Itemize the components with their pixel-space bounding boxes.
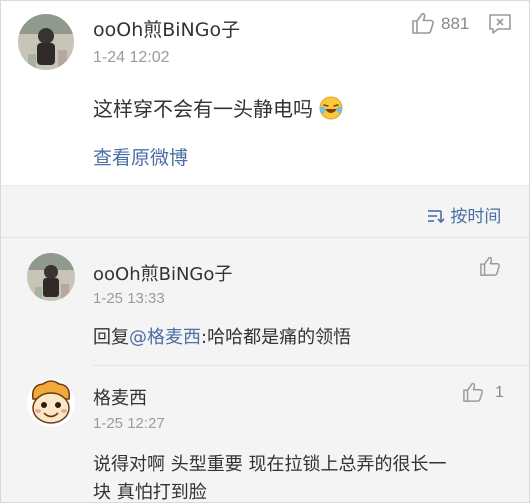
weibo-comment-screen: ooOh煎BiNGo子 1-24 12:02 881 这样穿不会有一头静电吗 查… — [0, 0, 530, 503]
post-like-count: 881 — [441, 14, 470, 33]
thumbs-up-icon[interactable] — [411, 12, 435, 38]
comment-body: :哈哈都是痛的领悟 — [201, 327, 352, 348]
comment-username[interactable]: ooOh煎BiNGo子 — [93, 260, 232, 286]
sort-icon — [427, 208, 445, 224]
thumbs-up-icon[interactable] — [462, 382, 484, 406]
comment-time: 1-25 12:27 — [93, 415, 165, 432]
comment-text: 回复@格麦西:哈哈都是痛的领悟 — [93, 323, 351, 349]
laugh-cry-icon — [319, 96, 343, 120]
mention-link[interactable]: @格麦西 — [129, 327, 201, 348]
thumbs-up-icon[interactable] — [479, 256, 501, 280]
comment-time: 1-25 13:33 — [93, 290, 165, 307]
comment-avatar[interactable] — [27, 253, 75, 301]
comment-text-line-2: 块 真怕打到脸 — [93, 482, 207, 503]
original-post: ooOh煎BiNGo子 1-24 12:02 881 这样穿不会有一头静电吗 查… — [1, 1, 529, 186]
comment-avatar[interactable] — [27, 379, 75, 427]
view-original-link[interactable]: 查看原微博 — [93, 143, 188, 170]
sort-label: 按时间 — [450, 207, 502, 227]
reply-prefix: 回复 — [93, 327, 129, 348]
post-text-row: 这样穿不会有一头静电吗 — [93, 93, 343, 122]
comment-username[interactable]: 格麦西 — [93, 384, 147, 410]
post-text: 这样穿不会有一头静电吗 — [93, 97, 313, 121]
post-avatar[interactable] — [18, 14, 74, 70]
sort-divider — [1, 237, 529, 238]
comment-text-line-1: 说得对啊 头型重要 现在拉锁上总弄的很长一 — [93, 454, 447, 475]
comment-like-count: 1 — [495, 384, 504, 401]
sort-by-time-button[interactable]: 按时间 — [427, 202, 501, 227]
post-username[interactable]: ooOh煎BiNGo子 — [93, 15, 240, 42]
comment-divider — [93, 365, 529, 366]
post-time: 1-24 12:02 — [93, 49, 170, 66]
comment-icon[interactable] — [488, 13, 512, 39]
